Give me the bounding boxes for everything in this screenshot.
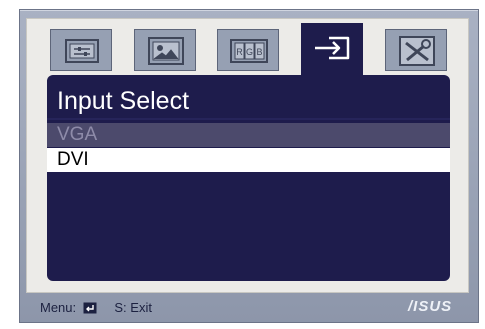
tab-image[interactable]	[134, 29, 196, 71]
tab-color[interactable]: R G B	[217, 29, 279, 71]
input-select-icon	[315, 36, 350, 60]
image-icon	[148, 37, 184, 65]
option-vga: VGA	[47, 123, 450, 147]
rgb-letter-r: R	[236, 47, 243, 57]
tab-system-setup[interactable]	[385, 29, 447, 71]
enter-key-icon	[83, 302, 97, 314]
sliders-icon	[65, 39, 99, 63]
tab-splendid[interactable]	[50, 29, 112, 71]
exit-hint-label: S: Exit	[114, 300, 152, 315]
option-dvi[interactable]: DVI	[47, 148, 450, 172]
title-divider	[47, 118, 450, 120]
footer-hints: Menu: S: Exit	[40, 298, 152, 318]
menu-title: Input Select	[57, 87, 190, 115]
tab-input-select[interactable]	[301, 23, 363, 79]
rgb-letter-g: G	[246, 47, 253, 57]
menu-hint-label: Menu:	[40, 300, 77, 315]
rgb-color-icon: R G B	[230, 39, 268, 63]
rgb-letter-b: B	[256, 47, 262, 57]
tools-icon	[399, 36, 435, 66]
asus-logo: /ISUS	[408, 298, 453, 315]
